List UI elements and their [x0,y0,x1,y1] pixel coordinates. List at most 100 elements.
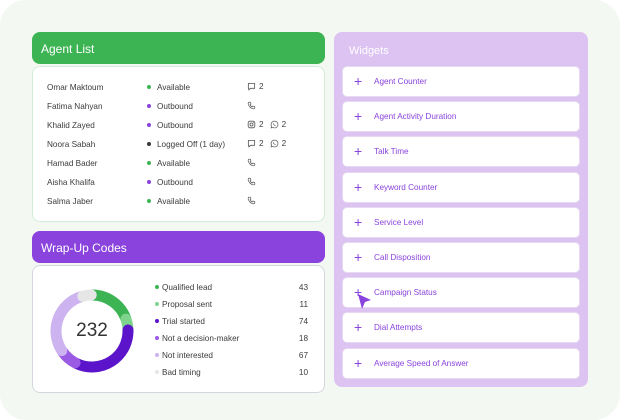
widget-item[interactable]: + Talk Time [342,136,580,168]
plus-icon[interactable]: + [354,214,362,230]
plus-icon[interactable]: + [354,108,362,124]
agent-name: Noora Sabah [47,140,96,149]
plus-icon[interactable]: + [354,319,362,335]
agent-contacts: 22 [247,139,292,148]
legend-dot [155,353,159,357]
agent-status-label: Logged Off (1 day) [157,140,226,149]
agent-status: Available [147,159,190,168]
wrap-up-code-label: Trial started [162,317,205,326]
wrap-up-code-value: 43 [298,283,308,292]
agent-status-label: Available [157,83,191,92]
wrap-up-code-row: Trial started 74 [33,314,324,331]
widget-label: Service Level [374,217,424,227]
contact-count: 2 [281,120,287,129]
widget-item[interactable]: + Keyword Counter [342,171,580,203]
widget-item[interactable]: + Dial Attempts [342,312,580,344]
agent-status: Outbound [147,178,193,187]
wrap-up-code-value: 18 [298,334,308,343]
agent-status-label: Available [157,159,191,168]
agent-row[interactable]: Salma Jaber Available [33,193,324,212]
plus-icon[interactable]: + [354,355,362,371]
plus-icon[interactable]: + [354,73,362,89]
plus-icon[interactable]: + [354,179,362,195]
agent-row[interactable]: Aisha Khalifa Outbound [33,174,324,193]
agent-row[interactable]: Hamad Bader Available [33,155,324,174]
legend-dot [155,319,159,323]
widgets-title: Widgets [349,45,389,57]
agent-contacts [247,158,265,167]
widget-item[interactable]: + Campaign Status [342,277,580,309]
whatsapp-icon[interactable] [270,120,279,129]
contact-count: 2 [259,120,264,129]
agent-name: Hamad Bader [47,159,98,168]
wrap-up-code-row: Not a decision-maker 18 [33,331,324,348]
wrap-up-code-label: Proposal sent [162,300,213,309]
wrap-up-code-label: Not interested [162,351,213,360]
widget-item[interactable]: + Call Disposition [342,242,580,273]
wrap-up-title: Wrap-Up Codes [41,241,127,255]
agent-name: Fatima Nahyan [47,102,103,111]
wrap-up-code-value: 67 [298,351,308,360]
agent-status-label: Outbound [157,121,193,130]
widget-label: Agent Counter [374,77,427,86]
agent-status-label: Available [157,197,191,206]
agent-contacts [247,196,265,205]
agent-status: Available [147,83,190,92]
widget-item[interactable]: + Agent Counter [342,66,580,97]
wrap-up-code-row: Not interested 67 [33,348,324,365]
widgets-panel: Widgets + Agent Counter + Agent Activity Du… [334,32,588,387]
agent-row[interactable]: Fatima Nahyan Outbound [33,98,324,117]
wrap-up-code-value: 10 [298,368,308,377]
widget-label: Dial Attempts [374,323,423,333]
widget-item[interactable]: + Service Level [342,206,580,238]
agent-row[interactable]: Noora Sabah Logged Off (1 day) 2 2 [33,136,324,155]
wrap-up-card: 232 Qualified lead 43 Proposal sent 11 Trial… [32,265,325,393]
widget-label: Campaign Status [374,288,437,298]
contact-count: 2 [259,139,264,148]
agent-contacts: 2 [247,82,270,91]
agent-list-header: Agent List [32,32,325,64]
agent-status-label: Outbound [157,102,193,111]
wrap-up-code-row: Qualified lead 43 [33,280,324,297]
widget-label: Talk Time [374,147,409,157]
status-dot [147,123,151,127]
wrap-up-header: Wrap-Up Codes [32,231,325,263]
wrap-up-code-value: 74 [298,317,308,326]
widget-item[interactable]: + Agent Activity Duration [342,101,580,133]
plus-icon[interactable]: + [354,143,362,159]
wrap-up-code-label: Not a decision-maker [162,334,240,343]
instagram-icon[interactable] [247,120,256,129]
widget-label: Average Speed of Answer [374,358,469,368]
agent-status: Outbound [147,121,193,130]
wrap-up-code-label: Qualified lead [162,283,213,292]
chat-icon[interactable] [247,82,256,91]
agent-status: Available [147,197,190,206]
contact-count: 2 [281,139,287,148]
agent-row[interactable]: Khalid Zayed Outbound 2 2 [33,117,324,136]
phone-icon[interactable] [247,101,256,110]
status-dot [147,142,151,146]
widget-item[interactable]: + Average Speed of Answer [342,347,580,379]
phone-icon[interactable] [247,158,256,167]
agent-status: Logged Off (1 day) [147,140,225,149]
agent-status: Outbound [147,102,193,111]
agent-contacts [247,101,265,110]
agent-name: Omar Maktoum [47,83,104,92]
agent-row[interactable]: Omar Maktoum Available 2 [33,79,324,98]
mouse-cursor-icon [358,294,371,309]
legend-dot [155,336,159,340]
phone-icon[interactable] [247,177,256,186]
widget-label: Call Disposition [374,253,431,262]
status-dot [147,180,151,184]
chat-icon[interactable] [247,139,256,148]
agent-name: Salma Jaber [47,197,93,206]
phone-icon[interactable] [247,196,256,205]
contact-count: 2 [259,82,264,91]
agent-contacts: 22 [247,120,292,129]
agent-name: Aisha Khalifa [47,178,95,187]
whatsapp-icon[interactable] [270,139,279,148]
widget-label: Keyword Counter [374,182,438,192]
plus-icon[interactable]: + [354,249,362,265]
agent-status-label: Outbound [157,178,193,187]
wrap-up-code-label: Bad timing [162,368,201,377]
